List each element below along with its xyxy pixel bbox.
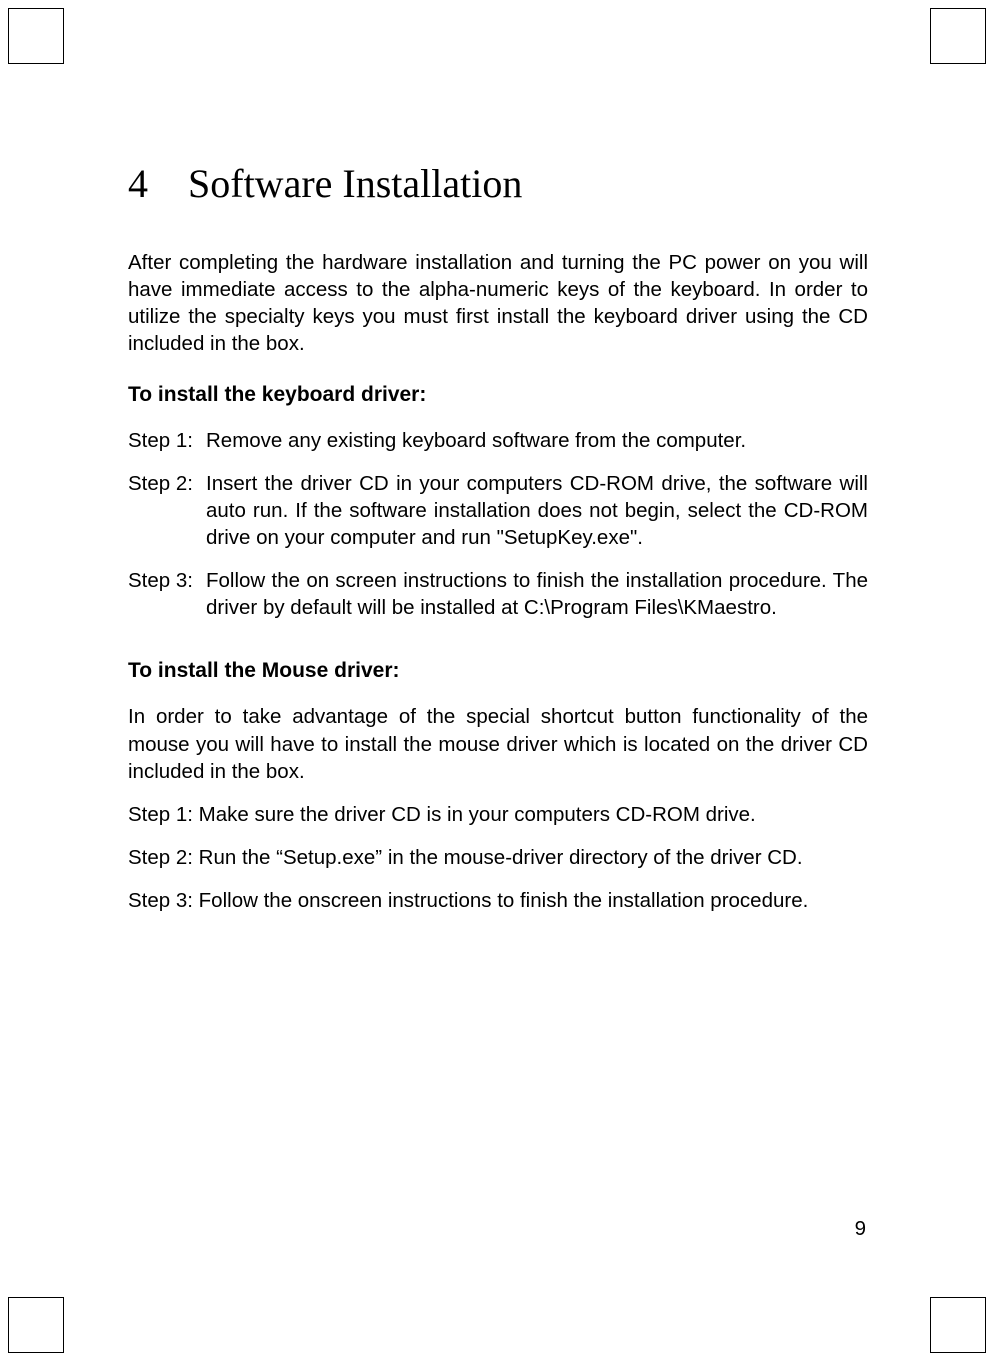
mouse-section-heading: To install the Mouse driver: xyxy=(128,659,868,683)
step-text: Follow the on screen instructions to fin… xyxy=(206,567,868,621)
step-label: Step 1: xyxy=(128,427,206,454)
mouse-step-1: Step 1: Make sure the driver CD is in yo… xyxy=(128,801,868,828)
corner-bottom-right xyxy=(930,1297,986,1353)
step-text: Remove any existing keyboard software fr… xyxy=(206,427,868,454)
corner-top-right xyxy=(930,8,986,64)
mouse-step-2: Step 2: Run the “Setup.exe” in the mouse… xyxy=(128,844,868,871)
corner-bottom-left xyxy=(8,1297,64,1353)
chapter-heading: 4 Software Installation xyxy=(128,160,868,207)
chapter-title: Software Installation xyxy=(188,161,522,206)
mouse-intro-paragraph: In order to take advantage of the specia… xyxy=(128,703,868,784)
step-label: Step 3: xyxy=(128,567,206,621)
step-label: Step 2: xyxy=(128,470,206,551)
corner-top-left xyxy=(8,8,64,64)
keyboard-section-heading: To install the keyboard driver: xyxy=(128,383,868,407)
keyboard-step-3: Step 3: Follow the on screen instruction… xyxy=(128,567,868,621)
page-content: 4 Software Installation After completing… xyxy=(128,160,868,930)
keyboard-step-2: Step 2: Insert the driver CD in your com… xyxy=(128,470,868,551)
keyboard-step-1: Step 1: Remove any existing keyboard sof… xyxy=(128,427,868,454)
mouse-step-3: Step 3: Follow the onscreen instructions… xyxy=(128,887,868,914)
chapter-number: 4 xyxy=(128,160,178,207)
intro-paragraph: After completing the hardware installati… xyxy=(128,249,868,357)
step-text: Insert the driver CD in your computers C… xyxy=(206,470,868,551)
page-number: 9 xyxy=(855,1217,866,1241)
